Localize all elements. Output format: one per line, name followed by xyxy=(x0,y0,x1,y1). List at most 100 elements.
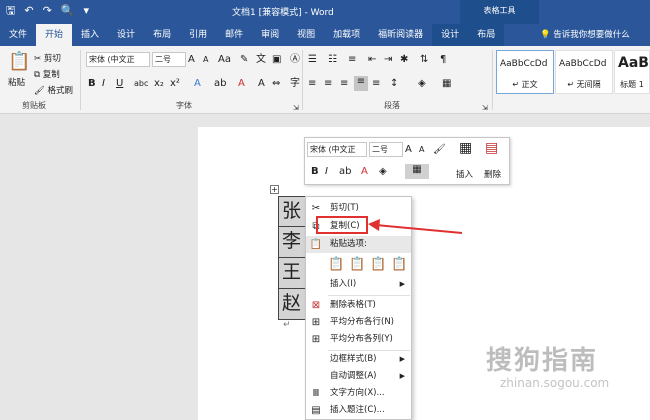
table-cell[interactable]: 赵 xyxy=(278,289,308,320)
table-cell[interactable]: 张 xyxy=(278,196,308,227)
paste-button[interactable]: 粘贴 xyxy=(8,76,25,88)
borders-icon[interactable]: ▦ xyxy=(442,78,451,90)
tell-me-box[interactable]: 💡 告诉我你想要做什么 xyxy=(540,24,630,46)
menu-item-autofit[interactable]: 自动调整(A) ▶ xyxy=(306,368,411,385)
clear-format-icon[interactable]: ✎ xyxy=(240,54,248,66)
shrink-font-icon[interactable]: A xyxy=(203,54,208,66)
justify-icon[interactable]: ≡ xyxy=(354,76,368,91)
enclose-char-icon-2[interactable]: 字 xyxy=(290,78,300,90)
grow-font-icon[interactable]: A xyxy=(188,54,195,66)
tab-table-design[interactable]: 设计 xyxy=(432,24,469,46)
tab-view[interactable]: 视图 xyxy=(288,24,324,46)
line-spacing-icon[interactable]: ↕ xyxy=(390,78,398,90)
mini-insert-table-icon[interactable]: ▦ xyxy=(459,141,472,155)
table-cell[interactable]: 李 xyxy=(278,227,308,258)
underline-icon[interactable]: U xyxy=(116,78,123,90)
increase-indent-icon[interactable]: ⇥ xyxy=(384,54,392,66)
save-icon[interactable]: 🖫 xyxy=(6,4,15,18)
cut-button[interactable]: ✂ 剪切 xyxy=(34,52,61,64)
menu-item-insert[interactable]: 插入(I) ▶ xyxy=(306,276,411,293)
sort-icon[interactable]: ⇅ xyxy=(420,54,428,66)
char-scale-icon[interactable]: ⇔ xyxy=(272,78,280,90)
paste-picture-icon[interactable]: 📋 xyxy=(370,254,386,276)
style-normal[interactable]: AaBbCcDd ↵ 正文 xyxy=(496,50,554,94)
tab-references[interactable]: 引用 xyxy=(180,24,216,46)
menu-item-distribute-cols[interactable]: ⊞ 平均分布各列(Y) xyxy=(306,331,411,348)
mini-italic-icon[interactable]: I xyxy=(325,166,328,178)
align-right-icon[interactable]: ≡ xyxy=(340,78,348,90)
tab-mailings[interactable]: 邮件 xyxy=(216,24,252,46)
menu-item-border-styles[interactable]: 边框样式(B) ▶ xyxy=(306,351,411,368)
font-color-icon[interactable]: A xyxy=(238,78,245,90)
phonetic-guide-icon[interactable]: 文 xyxy=(256,54,266,66)
show-marks-icon[interactable]: ¶ xyxy=(440,54,446,66)
font-name-combo[interactable]: 宋体 (中文正 xyxy=(86,52,150,67)
tab-insert[interactable]: 插入 xyxy=(72,24,108,46)
copy-button[interactable]: ⧉ 复制 xyxy=(34,68,60,80)
align-left-icon[interactable]: ≡ xyxy=(308,78,316,90)
menu-item-insert-caption[interactable]: ▤ 插入题注(C)... xyxy=(306,402,411,419)
menu-item-cut[interactable]: ✂ 剪切(T) xyxy=(306,200,411,217)
char-border-icon[interactable]: ▣ xyxy=(272,54,281,66)
table-cell[interactable]: 王 xyxy=(278,258,308,289)
paragraph-dialog-launcher-icon[interactable]: ⇲ xyxy=(482,102,488,114)
mini-font-color-icon[interactable]: A xyxy=(361,166,368,178)
italic-icon[interactable]: I xyxy=(102,78,105,90)
mini-highlight-icon[interactable]: ab xyxy=(339,166,351,178)
customize-qat-icon[interactable]: ▾ xyxy=(84,4,90,18)
highlight-icon[interactable]: ab xyxy=(214,78,226,90)
mini-shrink-font-icon[interactable]: A xyxy=(419,144,424,156)
multilevel-list-icon[interactable]: ≡ xyxy=(348,54,356,66)
table-move-handle-icon[interactable]: + xyxy=(270,185,279,194)
tab-review[interactable]: 审阅 xyxy=(252,24,288,46)
style-heading-1[interactable]: AaBb 标题 1 xyxy=(614,50,650,94)
style-no-spacing[interactable]: AaBbCcDd ↵ 无间隔 xyxy=(555,50,613,94)
tab-layout[interactable]: 布局 xyxy=(144,24,180,46)
paste-text-only-icon[interactable]: 📋 xyxy=(391,254,407,276)
char-shading-icon[interactable]: A xyxy=(258,78,265,90)
mini-grow-font-icon[interactable]: A xyxy=(405,144,412,156)
mini-font-size-combo[interactable]: 二号 xyxy=(369,142,403,157)
mini-font-name-combo[interactable]: 宋体 (中文正 xyxy=(307,142,367,157)
numbering-icon[interactable]: ☷ xyxy=(328,54,337,66)
mini-borders-icon[interactable]: ▦ xyxy=(405,164,429,179)
strikethrough-icon[interactable]: abc xyxy=(134,78,148,90)
subscript-icon[interactable]: x₂ xyxy=(154,78,164,90)
mini-insert-button[interactable]: 插入 xyxy=(456,168,473,180)
paste-merge-format-icon[interactable]: 📋 xyxy=(349,254,365,276)
align-center-icon[interactable]: ≡ xyxy=(324,78,332,90)
redo-icon[interactable]: ↷ xyxy=(43,4,52,18)
change-case-icon[interactable]: Aa xyxy=(218,54,231,66)
format-painter-button[interactable]: 🖌 格式刷 xyxy=(34,84,73,96)
tab-addins[interactable]: 加载项 xyxy=(324,24,369,46)
tab-foxit-reader[interactable]: 福昕阅读器 xyxy=(369,24,432,46)
paste-keep-source-icon[interactable]: 📋 xyxy=(328,254,344,276)
chinese-layout-icon[interactable]: ✱ xyxy=(400,54,408,66)
document-table[interactable]: 张 李 王 赵 xyxy=(278,196,308,320)
menu-item-delete-table[interactable]: ⊠ 删除表格(T) xyxy=(306,297,411,314)
print-preview-icon[interactable]: 🔍 xyxy=(61,4,75,18)
tab-design[interactable]: 设计 xyxy=(108,24,144,46)
enclose-char-icon[interactable]: Ⓐ xyxy=(290,54,300,66)
mini-format-painter-icon[interactable]: 🖌 xyxy=(433,144,446,156)
decrease-indent-icon[interactable]: ⇤ xyxy=(368,54,376,66)
tab-file[interactable]: 文件 xyxy=(0,24,36,46)
tab-home[interactable]: 开始 xyxy=(36,24,73,46)
mini-delete-button[interactable]: 删除 xyxy=(484,168,501,180)
mini-shading-icon[interactable]: ◈ xyxy=(379,166,387,178)
text-effects-icon[interactable]: A xyxy=(194,78,201,90)
font-size-combo[interactable]: 二号 xyxy=(152,52,186,67)
bold-icon[interactable]: B xyxy=(88,78,96,90)
paste-icon[interactable]: 📋 xyxy=(8,52,30,72)
shading-icon[interactable]: ◈ xyxy=(418,78,426,90)
undo-icon[interactable]: ↶ xyxy=(24,4,33,18)
superscript-icon[interactable]: x² xyxy=(170,78,180,90)
mini-delete-table-icon[interactable]: ▤ xyxy=(485,141,498,155)
font-dialog-launcher-icon[interactable]: ⇲ xyxy=(293,102,299,114)
tab-table-layout[interactable]: 布局 xyxy=(468,24,505,46)
menu-item-text-direction[interactable]: Ⅲ 文字方向(X)... xyxy=(306,385,411,402)
bullets-icon[interactable]: ☰ xyxy=(308,54,317,66)
distributed-icon[interactable]: ≡ xyxy=(372,78,380,90)
menu-item-distribute-rows[interactable]: ⊞ 平均分布各行(N) xyxy=(306,314,411,331)
mini-bold-icon[interactable]: B xyxy=(311,166,319,178)
